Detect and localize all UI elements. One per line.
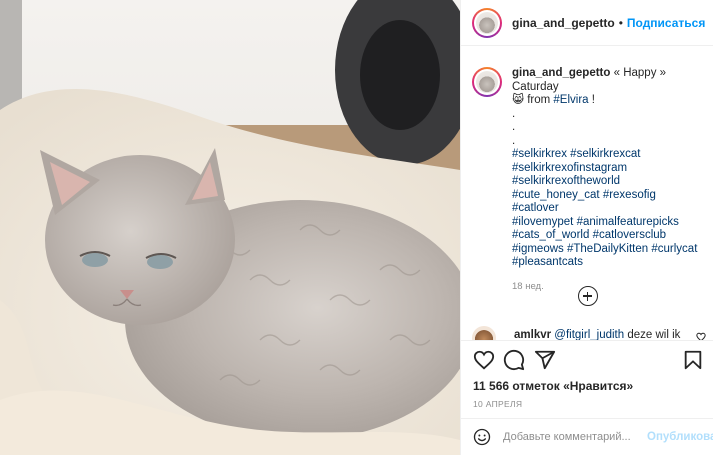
comment-body: deze wil ik [627, 329, 681, 340]
caption-dot: . [512, 134, 516, 147]
hashtag-link[interactable]: #selkirkrexoftheworld [512, 175, 620, 187]
hashtag-link[interactable]: #igmeows [512, 243, 564, 255]
comment-avatar[interactable] [472, 326, 496, 340]
post-header: gina_and_gepetto • Подписаться [461, 0, 713, 46]
share-icon[interactable] [534, 349, 556, 371]
avatar[interactable] [472, 7, 502, 38]
heart-icon[interactable] [473, 349, 495, 371]
post-date[interactable]: 10 АПРЕЛЯ [473, 399, 522, 409]
hashtag-link[interactable]: #cats_of_world [512, 229, 589, 241]
likes-count[interactable]: 11 566 отметок «Нравится» [473, 379, 633, 393]
header-separator: • [618, 15, 623, 30]
hashtag-line: #selkirkrexoftheworld [512, 175, 702, 189]
publish-button[interactable]: Опубликовать [647, 431, 713, 443]
follow-button[interactable]: Подписаться [627, 16, 705, 30]
emoji-icon[interactable] [473, 428, 491, 446]
post-photo[interactable] [0, 0, 460, 455]
comment-text: amlkvr @fitgirl_judith deze wil ik [514, 329, 680, 340]
comment-username[interactable]: amlkvr [514, 329, 551, 340]
hashtag-link[interactable]: #animalfeaturepicks [577, 216, 679, 228]
cat-photo-illustration [0, 0, 460, 455]
caption-timestamp[interactable]: 18 нед. [512, 280, 702, 294]
avatar-image [476, 11, 498, 34]
caption-avatar[interactable] [472, 67, 502, 97]
hashtag-link[interactable]: #ilovemypet [512, 216, 573, 228]
hashtag-link[interactable]: #catlover [512, 202, 559, 214]
comment-icon[interactable] [503, 349, 525, 371]
hashtag-list: #selkirkrex #selkirkrexcat #selkirkrexofi… [512, 148, 702, 270]
hashtag-line: #ilovemypet #animalfeaturepicks [512, 216, 702, 230]
hashtag-line: #selkirkrexofinstagram [512, 162, 702, 176]
hashtag-link[interactable]: #selkirkrexofinstagram [512, 162, 627, 174]
caption-dot: . [512, 121, 516, 133]
caption-text-end: ! [591, 94, 595, 106]
hashtag-link[interactable]: #rexesofig [603, 189, 656, 201]
instagram-post: gina_and_gepetto • Подписаться gina_and_… [0, 0, 713, 455]
hashtag-line: #igmeows #TheDailyKitten #curlycat [512, 243, 702, 257]
hashtag-line: #cute_honey_cat #rexesofig #catlover [512, 189, 702, 216]
hashtag-line: #cats_of_world #catloversclub [512, 229, 702, 243]
add-comment-bar: Опубликовать [461, 418, 713, 455]
caption-from: from [527, 94, 551, 106]
hashtag-line: #selkirkrex #selkirkrexcat [512, 148, 702, 162]
comment: amlkvr @fitgirl_judith deze wil ik [472, 326, 712, 340]
caption-emoji: 😸 [512, 94, 524, 106]
comment-like-heart-icon[interactable] [696, 332, 706, 340]
action-icons [471, 349, 706, 373]
bookmark-icon[interactable] [682, 349, 704, 371]
hashtag-link[interactable]: #selkirkrexcat [570, 148, 640, 160]
caption: gina_and_gepetto « Happy » Caturday 😸 fr… [472, 67, 702, 293]
hashtag-link[interactable]: #pleasantcats [512, 256, 583, 268]
hashtag-link[interactable]: #catloversclub [593, 229, 667, 241]
hashtag-link[interactable]: #selkirkrex [512, 148, 567, 160]
caption-area: gina_and_gepetto « Happy » Caturday 😸 fr… [461, 47, 713, 340]
comment-input[interactable] [503, 431, 643, 443]
caption-text: gina_and_gepetto « Happy » Caturday 😸 fr… [512, 67, 702, 293]
hashtag-link[interactable]: #TheDailyKitten [567, 243, 648, 255]
header-username[interactable]: gina_and_gepetto [512, 16, 615, 30]
comment-mention[interactable]: @fitgirl_judith [554, 329, 624, 340]
post-side-panel: gina_and_gepetto • Подписаться gina_and_… [460, 0, 713, 455]
caption-username[interactable]: gina_and_gepetto [512, 67, 610, 79]
hashtag-link[interactable]: #curlycat [651, 243, 697, 255]
plus-circle-icon[interactable] [578, 286, 598, 306]
caption-dot: . [512, 107, 516, 120]
hashtag-line: #pleasantcats [512, 256, 702, 270]
hashtag-link[interactable]: #Elvira [553, 94, 588, 106]
caption-avatar-image [476, 71, 498, 93]
hashtag-link[interactable]: #cute_honey_cat [512, 189, 600, 201]
